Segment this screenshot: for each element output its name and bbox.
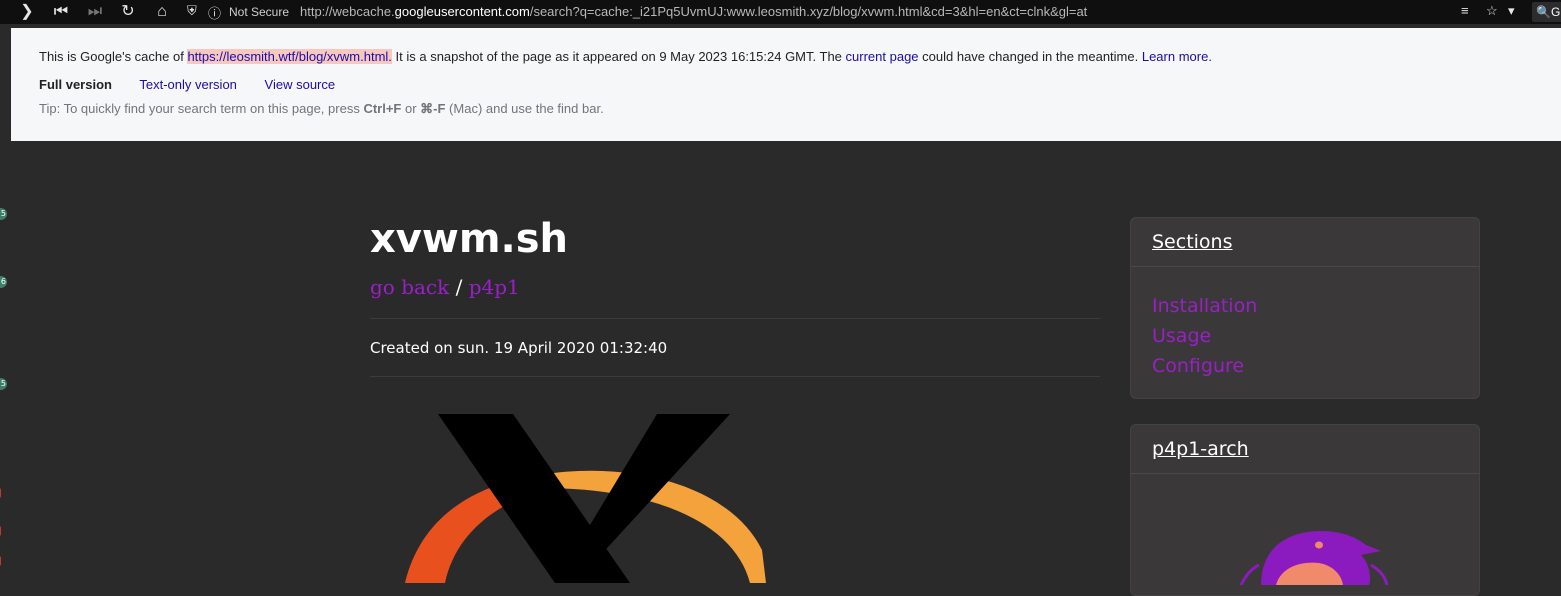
browser-toolbar: ❯ ⏮ ⏭ ↻ ⌂ ⛨ ⓘ Not Secure http://webcache… xyxy=(0,0,1561,24)
breadcrumb: go back / p4p1 xyxy=(370,275,520,299)
p4p1-arch-title-link[interactable]: p4p1-arch xyxy=(1152,438,1249,460)
current-page-link[interactable]: current page xyxy=(846,49,919,64)
full-version-label: Full version xyxy=(39,77,112,92)
home-icon[interactable]: ⌂ xyxy=(153,3,171,21)
sections-title-link[interactable]: Sections xyxy=(1152,231,1233,253)
penguin-logo-image xyxy=(1239,531,1389,585)
go-back-link[interactable]: go back xyxy=(370,275,449,299)
sections-card: Sections Installation Usage Configure xyxy=(1130,217,1480,399)
security-indicator: Not Secure xyxy=(229,5,290,19)
edge-marker xyxy=(0,526,1,536)
edge-badge: 6 xyxy=(0,276,7,288)
edge-badge: 5 xyxy=(0,208,7,220)
version-links: Full version Text-only version View sour… xyxy=(39,77,359,92)
info-icon: ⓘ xyxy=(208,6,222,21)
section-link-configure[interactable]: Configure xyxy=(1152,351,1458,381)
divider xyxy=(370,376,1100,377)
reload-icon[interactable]: ↻ xyxy=(119,3,137,21)
edge-marker xyxy=(0,488,1,498)
dropdown-icon[interactable]: ▾ xyxy=(1508,3,1515,19)
page-title: xvwm.sh xyxy=(370,216,568,262)
cached-url-link[interactable]: https://leosmith.wtf/blog/xvwm.html. xyxy=(187,49,392,64)
section-link-installation[interactable]: Installation xyxy=(1152,291,1458,321)
skip-back-icon[interactable]: ⏮ xyxy=(52,3,70,21)
breadcrumb-p4p1-link[interactable]: p4p1 xyxy=(469,275,520,299)
url-text[interactable]: http://webcache.googleusercontent.com/se… xyxy=(300,4,1087,19)
edge-marker xyxy=(0,556,1,566)
forward-icon[interactable]: ❯ xyxy=(18,3,36,21)
text-only-version-link[interactable]: Text-only version xyxy=(139,77,237,92)
skip-forward-icon[interactable]: ⏭ xyxy=(86,3,104,21)
left-edge-strip: 5 6 5 xyxy=(0,141,10,583)
search-field[interactable]: 🔍G xyxy=(1532,2,1561,22)
edge-badge: 5 xyxy=(0,378,7,390)
address-bar[interactable]: ⛨ ⓘ Not Secure http://webcache.googleuse… xyxy=(183,0,1525,24)
cache-notice: This is Google's cache of https://leosmi… xyxy=(39,49,1212,64)
section-link-usage[interactable]: Usage xyxy=(1152,321,1458,351)
reader-icon[interactable]: ≡ xyxy=(1461,3,1469,18)
learn-more-link[interactable]: Learn more. xyxy=(1142,49,1212,64)
p4p1-arch-card: p4p1-arch xyxy=(1130,424,1480,596)
google-cache-banner: This is Google's cache of https://leosmi… xyxy=(11,28,1561,141)
created-date: Created on sun. 19 April 2020 01:32:40 xyxy=(370,339,668,357)
bookmark-icon[interactable]: ☆ xyxy=(1486,3,1498,19)
divider xyxy=(370,318,1100,319)
xorg-logo-image xyxy=(405,414,766,583)
shield-icon: ⛨ xyxy=(187,3,197,18)
search-tip: Tip: To quickly find your search term on… xyxy=(39,101,604,116)
view-source-link[interactable]: View source xyxy=(265,77,336,92)
